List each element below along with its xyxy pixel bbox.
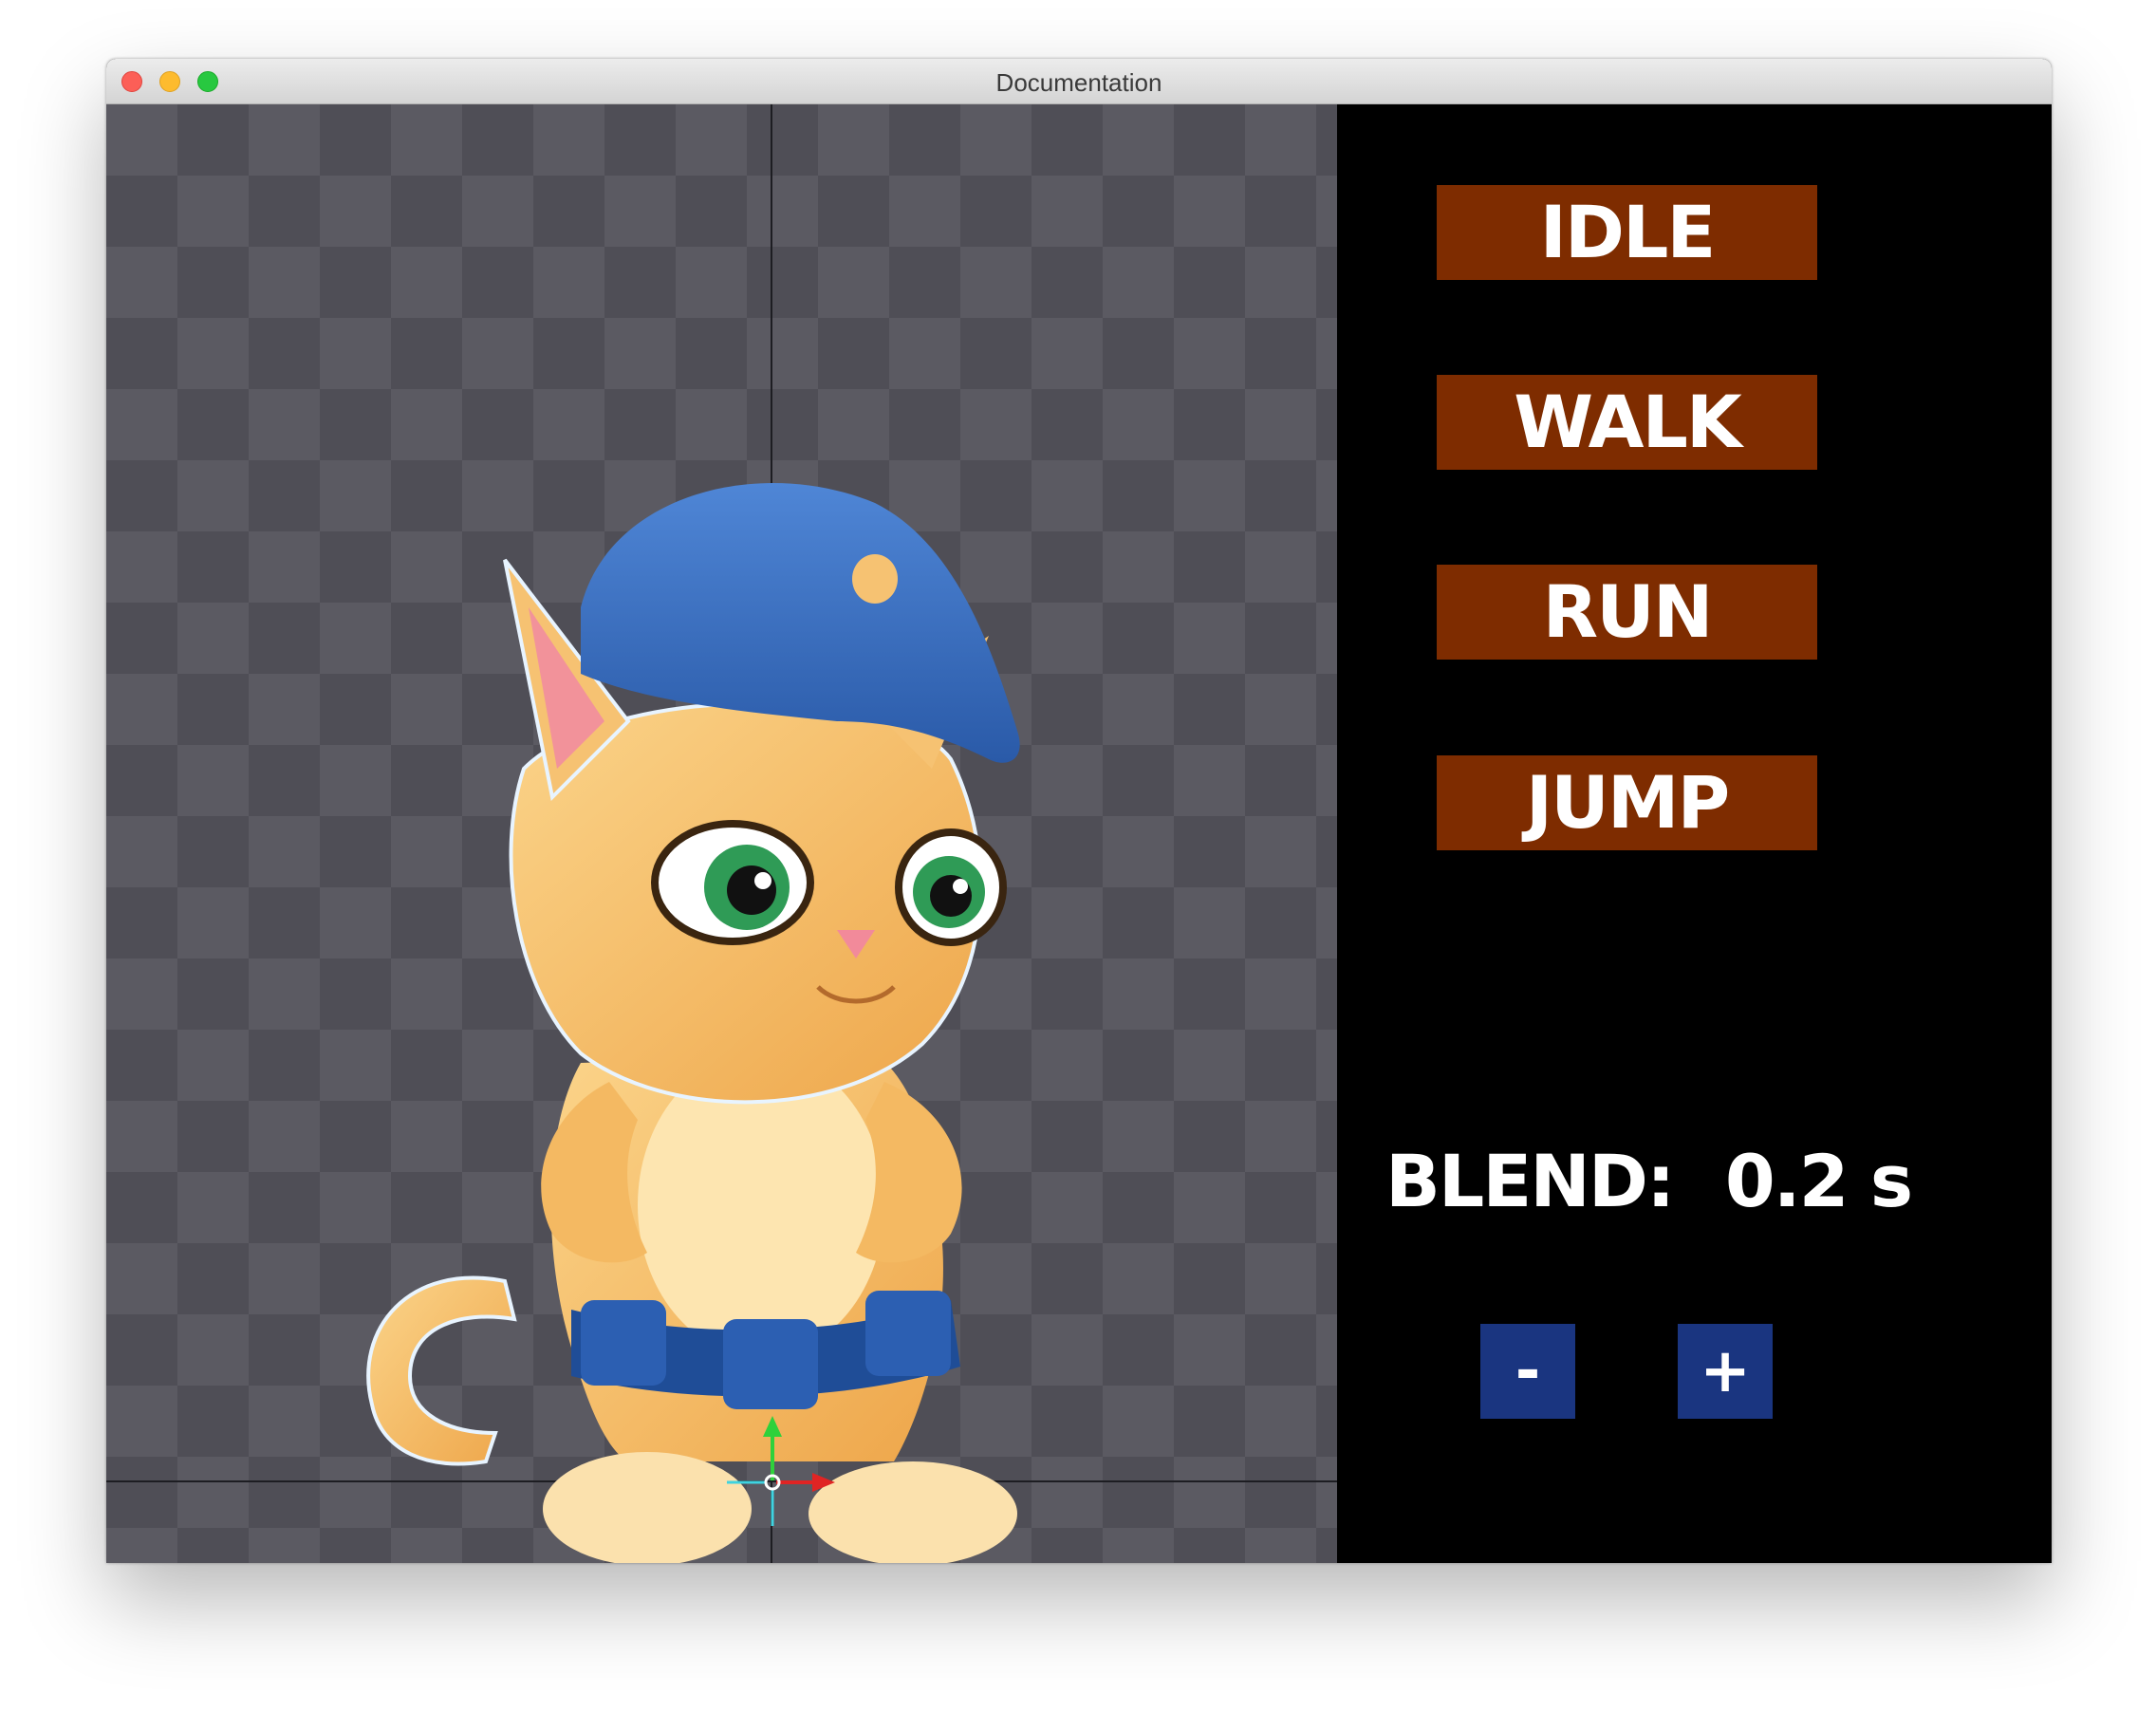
blend-display: BLEND: 0.2 s bbox=[1385, 1134, 1993, 1229]
transform-gizmo-icon[interactable] bbox=[714, 1414, 837, 1537]
run-animation-button[interactable]: RUN bbox=[1437, 565, 1817, 660]
scene-viewport[interactable] bbox=[106, 104, 1337, 1563]
blend-label: BLEND: bbox=[1385, 1139, 1675, 1223]
decrease-blend-button[interactable]: - bbox=[1480, 1324, 1575, 1419]
window-title: Documentation bbox=[995, 68, 1162, 97]
walk-animation-button[interactable]: WALK bbox=[1437, 375, 1817, 470]
blend-value: 0.2 s bbox=[1724, 1139, 1913, 1223]
increase-blend-button[interactable]: + bbox=[1678, 1324, 1773, 1419]
idle-animation-button[interactable]: IDLE bbox=[1437, 185, 1817, 280]
jump-animation-button[interactable]: JUMP bbox=[1437, 755, 1817, 850]
cat-character[interactable] bbox=[268, 323, 1160, 1563]
title-bar[interactable]: Documentation bbox=[106, 59, 2052, 104]
